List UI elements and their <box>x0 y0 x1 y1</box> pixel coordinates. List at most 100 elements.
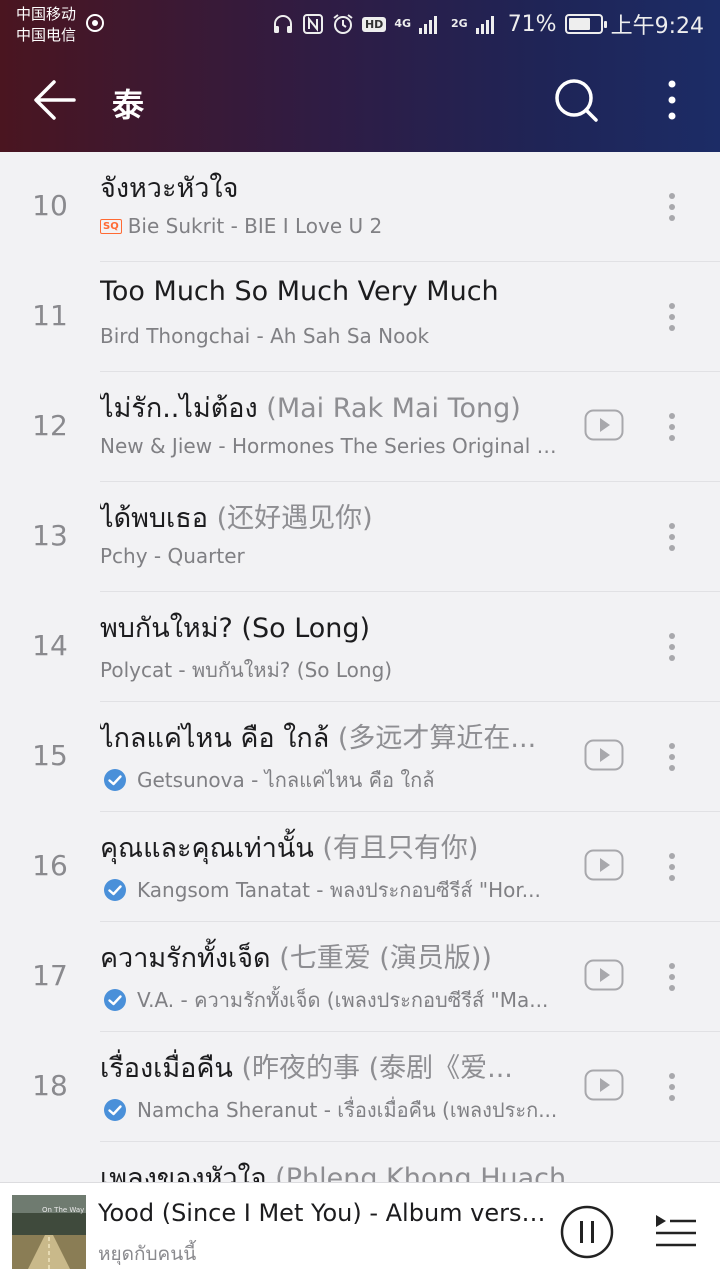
play-video-icon <box>584 959 624 991</box>
track-number: 18 <box>32 1069 68 1102</box>
song-more-button[interactable] <box>656 734 688 780</box>
wifi-hotspot-icon <box>86 14 104 32</box>
song-more-button[interactable] <box>656 184 688 230</box>
cover-text: On The Way <box>42 1206 84 1214</box>
song-title-text: ไกลแค่ไหน คือ ใกล้ <box>100 723 330 754</box>
more-options-button[interactable] <box>650 74 694 130</box>
track-number: 17 <box>32 959 68 992</box>
song-title-translation: (Phleng Khong Huachai ( <box>266 1163 600 1182</box>
song-subtitle: Namcha Sheranut - เรื่องเมื่อคืน (เพลงปร… <box>100 1094 562 1126</box>
playlist-button[interactable] <box>650 1211 700 1251</box>
artist-album: New & Jiew - Hormones The Series Origina… <box>100 434 562 458</box>
song-subtitle: Pchy - Quarter <box>100 544 600 568</box>
signal-icon-2 <box>475 16 494 34</box>
song-title-translation: (多远才算近在... <box>329 723 537 754</box>
signal-icon <box>419 16 437 34</box>
song-subtitle: Kangsom Tanatat - พลงประกอบซีรีส์ "Hor..… <box>100 874 562 906</box>
now-playing-subtitle: หยุดกับคนนี้ <box>98 1243 197 1265</box>
check-circle-icon <box>104 989 126 1011</box>
song-title: ความรักทั้งเจ็ด (七重爱 (演员版)) <box>100 936 568 979</box>
song-subtitle: V.A. - ความรักทั้งเจ็ด (เพลงประกอบซีรีส์… <box>100 984 562 1016</box>
song-title: พบกันใหม่? (So Long) <box>100 606 600 649</box>
play-video-icon <box>584 849 624 881</box>
play-video-button[interactable] <box>584 739 624 771</box>
song-more-button[interactable] <box>656 404 688 450</box>
song-more-button[interactable] <box>656 954 688 1000</box>
check-circle-icon <box>104 769 126 791</box>
song-subtitle: New & Jiew - Hormones The Series Origina… <box>100 434 562 458</box>
song-more-button[interactable] <box>656 844 688 890</box>
album-cover[interactable]: On The Way <box>12 1195 86 1269</box>
song-row[interactable]: 13 ได้พบเธอ (还好遇见你) Pchy - Quarter <box>0 482 720 592</box>
search-icon <box>555 79 598 122</box>
track-number: 10 <box>32 189 68 222</box>
more-vert-icon <box>669 743 675 771</box>
song-row[interactable]: 16 คุณและคุณเท่านั้น (有且只有你) Kangsom Tanat… <box>0 812 720 922</box>
track-number: 16 <box>32 849 68 882</box>
song-more-button[interactable] <box>656 624 688 670</box>
nfc-icon <box>302 14 323 34</box>
status-icons: HD 4G 2G 71% 上午9:24 <box>272 8 704 40</box>
status-bar: 中国移动 中国电信 HD 4G 2G 71% 上午9:24 <box>0 0 720 50</box>
pause-button[interactable] <box>560 1205 614 1259</box>
song-title: เพลงของหัวใจ (Phleng Khong Huachai ( <box>100 1156 600 1182</box>
mini-player[interactable]: On The Way Yood (Since I Met You) - Albu… <box>0 1182 720 1280</box>
song-row[interactable]: 10 จังหวะหัวใจ SQ Bie Sukrit - BIE I Love U… <box>0 152 720 262</box>
back-button[interactable] <box>28 74 84 126</box>
play-video-button[interactable] <box>584 959 624 991</box>
song-title-text: ความรักทั้งเจ็ด <box>100 943 271 974</box>
song-row[interactable]: 11 Too Much So Much Very Much Bird Thongch… <box>0 262 720 372</box>
play-video-button[interactable] <box>584 1069 624 1101</box>
song-more-button[interactable] <box>656 1064 688 1110</box>
song-title-text: เพลงของหัวใจ <box>100 1163 267 1182</box>
song-title: เรื่องเมื่อคืน (昨夜的事 (泰剧《爱... <box>100 1046 568 1089</box>
page-title: 泰 <box>112 86 145 124</box>
top-bar: 中国移动 中国电信 HD 4G 2G 71% 上午9:24 泰 <box>0 0 720 152</box>
song-title-translation: (有且只有你) <box>313 833 479 864</box>
song-more-button[interactable] <box>656 514 688 560</box>
song-subtitle: SQ Bie Sukrit - BIE I Love U 2 <box>100 214 600 238</box>
track-number: 19 <box>0 1142 100 1182</box>
sq-badge: SQ <box>100 218 122 234</box>
song-title-text: พบกันใหม่? (So Long) <box>100 613 371 644</box>
more-vert-icon <box>669 523 675 551</box>
song-row[interactable]: 14 พบกันใหม่? (So Long) Polycat - พบกันใหม… <box>0 592 720 702</box>
more-vert-icon <box>669 303 675 331</box>
song-more-button[interactable] <box>656 294 688 340</box>
artist-album: Bird Thongchai - Ah Sah Sa Nook <box>100 324 430 348</box>
song-row[interactable]: 15 ไกลแค่ไหน คือ ใกล้ (多远才算近在... Getsunova… <box>0 702 720 812</box>
artist-album: Getsunova - ไกลแค่ไหน คือ ใกล้ <box>137 768 435 792</box>
song-subtitle: Bird Thongchai - Ah Sah Sa Nook <box>100 324 600 348</box>
song-title-text: จังหวะหัวใจ <box>100 173 239 204</box>
song-title: จังหวะหัวใจ <box>100 166 600 209</box>
song-row[interactable]: 12 ไม่รัก..ไม่ต้อง (Mai Rak Mai Tong) New … <box>0 372 720 482</box>
back-arrow-icon <box>34 80 76 120</box>
song-title-translation: (昨夜的事 (泰剧《爱... <box>232 1053 513 1084</box>
check-circle-icon <box>104 879 126 901</box>
song-title-text: ไม่รัก..ไม่ต้อง <box>100 393 258 424</box>
play-video-icon <box>584 1069 624 1101</box>
song-row[interactable]: 18 เรื่องเมื่อคืน (昨夜的事 (泰剧《爱... Namcha Sh… <box>0 1032 720 1142</box>
check-circle-icon <box>104 1099 126 1121</box>
headphones-icon <box>273 15 292 33</box>
battery-icon <box>564 14 607 34</box>
song-row[interactable]: 17 ความรักทั้งเจ็ด (七重爱 (演员版)) V.A. - ความ… <box>0 922 720 1032</box>
battery-percent: 71% <box>507 11 557 37</box>
search-button[interactable] <box>548 74 604 130</box>
play-video-button[interactable] <box>584 409 624 441</box>
more-vert-icon <box>669 413 675 441</box>
artist-album: V.A. - ความรักทั้งเจ็ด (เพลงประกอบซีรีส์… <box>137 988 549 1012</box>
playlist-icon <box>656 1215 696 1247</box>
song-list: 10 จังหวะหัวใจ SQ Bie Sukrit - BIE I Love U… <box>0 152 720 1182</box>
song-title-translation: (七重爱 (演员版)) <box>270 943 492 974</box>
song-subtitle: Polycat - พบกันใหม่? (So Long) <box>100 654 600 686</box>
song-title: Too Much So Much Very Much <box>100 276 600 307</box>
more-vert-icon <box>668 80 676 120</box>
play-video-button[interactable] <box>584 849 624 881</box>
song-row[interactable]: 19เพลงของหัวใจ (Phleng Khong Huachai ( <box>0 1142 720 1182</box>
song-more-button[interactable] <box>656 1174 688 1182</box>
track-number: 13 <box>32 519 68 552</box>
track-number: 12 <box>32 409 68 442</box>
artist-album: Bie Sukrit - BIE I Love U 2 <box>127 214 383 238</box>
song-title: ได้พบเธอ (还好遇见你) <box>100 496 600 539</box>
